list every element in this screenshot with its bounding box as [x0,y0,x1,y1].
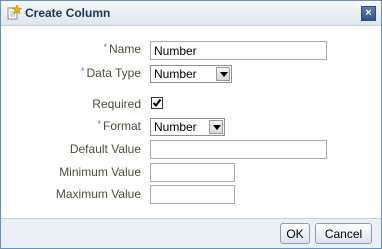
dialog-title: Create Column [25,6,111,20]
star-icon [6,4,23,21]
name-label: * Name [103,42,141,56]
close-button[interactable]: × [361,6,376,21]
chevron-down-icon [209,120,223,134]
dialog-footer: OK Cancel [1,218,381,248]
format-select[interactable]: Number [150,118,225,136]
minimum-value-label: Minimum Value [59,165,141,179]
maximum-value-input[interactable] [150,185,235,204]
data-type-label: * Data Type [81,66,141,80]
required-marker: * [97,119,101,129]
required-marker: * [103,42,107,52]
format-label: * Format [97,119,141,133]
default-value-input[interactable] [150,140,327,159]
chevron-down-icon [216,67,230,81]
required-label: Required [92,97,141,111]
maximum-value-label: Maximum Value [55,187,141,201]
dialog-titlebar[interactable]: Create Column × [1,1,381,26]
required-checkbox[interactable] [151,97,163,109]
data-type-select[interactable]: Number [150,65,232,83]
format-value: Number [154,120,197,134]
minimum-value-input[interactable] [150,163,235,182]
ok-button[interactable]: OK [280,223,310,244]
cancel-button[interactable]: Cancel [315,223,372,244]
create-column-dialog: Create Column × *Name *Data Type Number … [0,0,382,249]
default-value-label: Default Value [69,142,141,156]
checkmark-icon [152,98,162,108]
data-type-value: Number [154,67,197,81]
name-input[interactable] [150,41,327,60]
required-marker: * [81,66,85,76]
close-icon: × [365,7,372,19]
